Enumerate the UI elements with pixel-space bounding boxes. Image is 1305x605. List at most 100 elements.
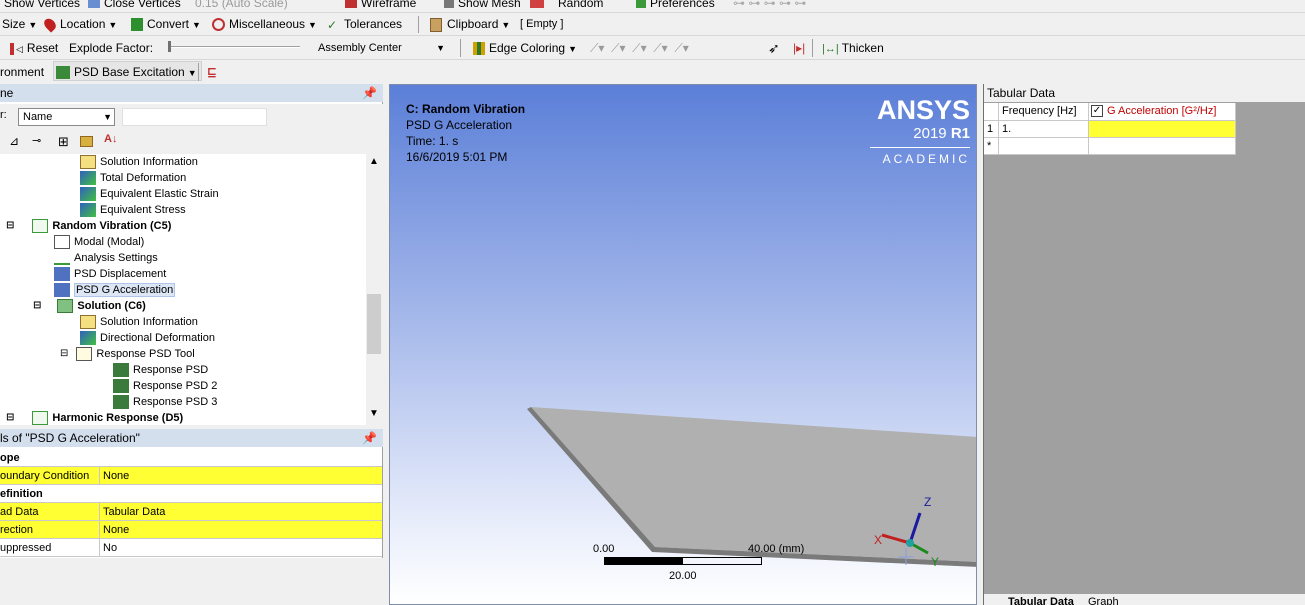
snap-icons: ⊶ ⊶ ⊶ ⊶ ⊶ [733,0,807,10]
tabular-grid: Frequency [Hz] ✓ G Acceleration [G²/Hz] 1… [984,103,1305,603]
details-row-load-data[interactable]: ad Data Tabular Data [0,503,382,521]
random-colors-button[interactable]: Random [530,0,603,11]
solution-info-icon [80,155,96,170]
thicken-toggle-icon[interactable]: |▸| [793,37,805,59]
thicken-icon: |↔| [822,42,839,55]
response-psd-icon [113,395,129,410]
edge-coloring-dropdown[interactable]: Edge Coloring ▼ [473,37,577,59]
details-row-direction[interactable]: rection None [0,521,382,539]
tab-graph[interactable]: Graph [1088,596,1119,605]
clipboard-dropdown[interactable]: Clipboard ▼ [430,13,510,35]
tree-item-equiv-strain[interactable]: Equivalent Elastic Strain [80,186,219,202]
column-header-frequency[interactable]: Frequency [Hz] [999,103,1089,121]
outline-scrollbar[interactable]: ▲ ▼ [366,154,383,425]
tabular-tabs: Tabular Data Graph [984,594,1305,605]
pin-icon[interactable]: 📌 [362,429,377,447]
commands-icon[interactable]: ⊑ [207,61,217,83]
filter-select[interactable]: Name ▼ [18,108,115,126]
tree-item-response-psd-tool[interactable]: ⊟ Response PSD Tool [60,346,195,362]
details-title-bar: ls of "PSD G Acceleration" 📌 [0,429,383,447]
tab-tabular-data[interactable]: Tabular Data [1008,596,1074,605]
deformation-icon [80,171,96,186]
collapse-toggle-icon[interactable]: ⊟ [33,298,41,314]
wireframe-button[interactable]: Wireframe [345,0,416,11]
psd-base-excitation-icon [56,66,70,80]
edge-style-icons[interactable]: ⟋▾ ⟋▾ ⟋▾ ⟋▾ ⟋▾ [590,37,689,59]
row-1-frequency[interactable]: 1. [999,121,1089,138]
random-vibration-icon [32,219,49,234]
mesh-icon [444,0,454,8]
explode-factor-label: Explode Factor: [69,41,154,55]
tree-item-harmonic-response[interactable]: ⊟ Harmonic Response (D5) [6,410,183,425]
close-vertices-button[interactable]: Close Vertices [88,0,181,11]
toolbar-row-3: ◁ Reset Explode Factor: Assembly Center ▼ … [0,35,1305,59]
tree-item-response-psd[interactable]: Response PSD [113,362,208,378]
details-empty-area [0,558,383,605]
psd-base-excitation-dropdown[interactable]: PSD Base Excitation ▼ [53,61,202,81]
thicken-button[interactable]: |↔| Thicken [822,37,884,59]
tree-item-response-psd-2[interactable]: Response PSD 2 [113,378,217,394]
details-group-scope[interactable]: ope [0,449,382,467]
collapse-toggle-icon[interactable]: ⊟ [6,410,14,425]
separator [198,63,199,81]
folder-icon[interactable] [80,136,93,147]
convert-dropdown[interactable]: Convert ▼ [131,13,201,35]
size-dropdown[interactable]: Size ▼ [2,13,37,35]
scroll-down-icon[interactable]: ▼ [369,408,379,419]
row-new-g-acceleration[interactable] [1089,138,1236,155]
tree-item-response-psd-3[interactable]: Response PSD 3 [113,394,217,410]
details-row-boundary-condition[interactable]: oundary Condition None [0,467,382,485]
explode-factor-slider[interactable] [168,41,300,52]
filter-search-input[interactable] [122,108,267,126]
tree-item-psd-displacement[interactable]: PSD Displacement [54,266,166,282]
response-psd-icon [113,363,129,378]
grid-corner [984,103,999,121]
tree-item-total-deformation[interactable]: Total Deformation [80,170,186,186]
axis-label-x: X [874,533,883,547]
tree-item-analysis-settings[interactable]: Analysis Settings [54,250,158,266]
tree-item-equiv-stress[interactable]: Equivalent Stress [80,202,186,218]
row-1-g-acceleration[interactable] [1089,121,1236,138]
graphics-viewport[interactable]: C: Random Vibration PSD G Acceleration T… [389,84,977,605]
collapse-icon[interactable]: ⊸ [32,134,41,147]
collapse-toggle-icon[interactable]: ⊟ [60,346,68,362]
show-mesh-button[interactable]: Show Mesh [444,0,521,11]
solution-info-icon [80,315,96,330]
close-vertices-icon [88,0,100,8]
show-vertices-button[interactable]: Show Vertices [4,0,80,11]
expand-all-icon[interactable]: ⊞ [58,134,69,150]
expand-icon[interactable]: ⊿ [9,134,19,148]
tree-item-psd-g-acceleration[interactable]: PSD G Acceleration [54,282,176,298]
axis-label-z: Z [924,495,932,509]
slider-thumb[interactable] [168,41,171,52]
location-dropdown[interactable]: Location ▼ [41,13,117,35]
details-panel: ls of "PSD G Acceleration" 📌 ope oundary… [0,429,383,605]
directional-deformation-icon [80,331,96,346]
scale-combo[interactable]: 0.15 (Auto Scale) [195,0,288,11]
tree-item-solution-c6[interactable]: ⊟ Solution (C6) [33,298,146,314]
tolerances-icon: ✓ [327,17,338,32]
response-psd-icon [113,379,129,394]
thicken-pin-icon[interactable]: ➶ [768,37,780,59]
scroll-thumb[interactable] [367,294,381,354]
miscellaneous-dropdown[interactable]: Miscellaneous ▼ [212,13,317,35]
tree-item-modal[interactable]: Modal (Modal) [54,234,144,250]
pin-icon[interactable]: 📌 [362,84,377,102]
analysis-settings-icon [54,251,70,266]
collapse-toggle-icon[interactable]: ⊟ [6,218,14,234]
column-checkbox[interactable]: ✓ [1091,105,1103,118]
tree-item-random-vibration[interactable]: ⊟ Random Vibration (C5) [6,218,171,234]
scroll-up-icon[interactable]: ▲ [369,156,379,167]
details-group-definition[interactable]: efinition [0,485,382,503]
tree-item-solution-info-2[interactable]: Solution Information [80,314,198,330]
tree-item-solution-info[interactable]: Solution Information [80,154,198,170]
assembly-center-select[interactable]: Assembly Center ▼ [313,39,448,57]
details-row-suppressed[interactable]: uppressed No [0,539,382,557]
tolerances-button[interactable]: ✓ Tolerances [327,13,402,35]
row-new-frequency[interactable] [999,138,1089,155]
column-header-g-acceleration[interactable]: ✓ G Acceleration [G²/Hz] [1089,103,1236,121]
sort-icon[interactable]: A↓ [104,133,117,145]
tree-item-directional-deformation[interactable]: Directional Deformation [80,330,215,346]
preferences-button[interactable]: Preferences [636,0,715,11]
reset-button[interactable]: ◁ Reset [10,37,58,59]
